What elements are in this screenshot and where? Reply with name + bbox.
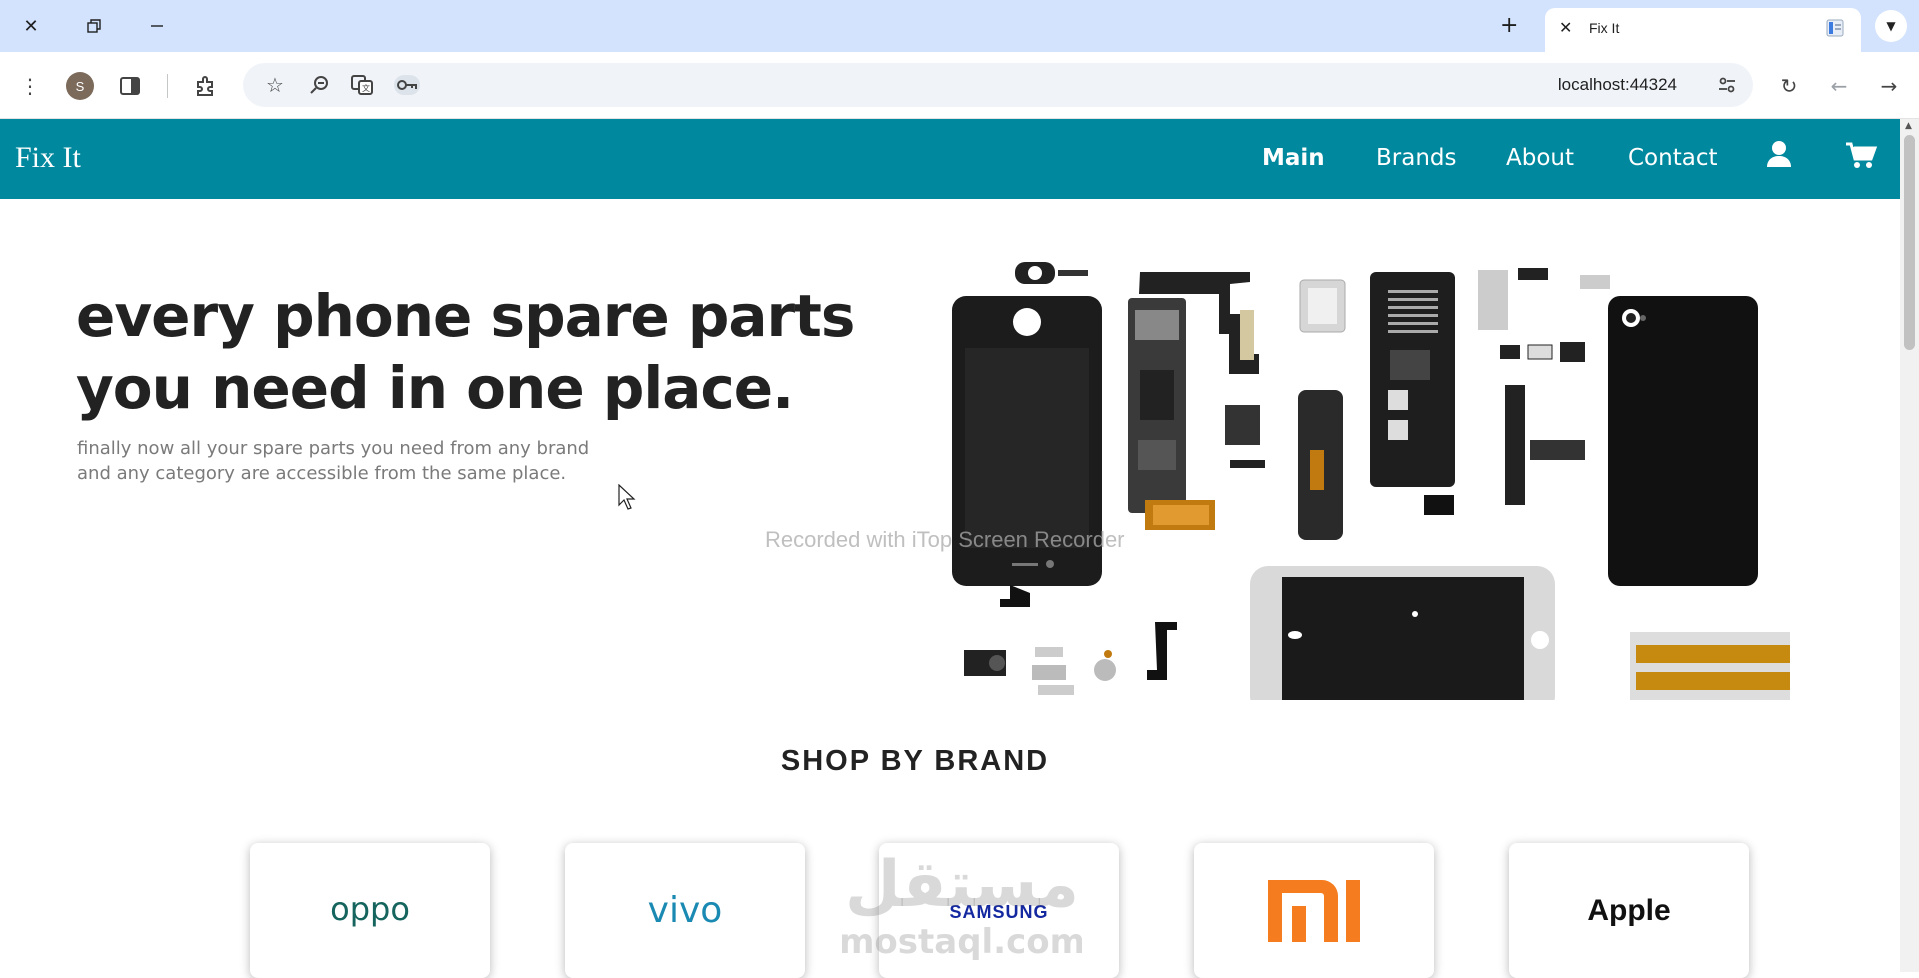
oppo-logo: oppo — [330, 891, 410, 928]
menu-icon[interactable]: ⋮ — [14, 70, 46, 102]
bookmark-star-icon[interactable]: ☆ — [259, 69, 291, 101]
svg-text:文: 文 — [362, 83, 370, 93]
translate-icon[interactable]: 文 — [346, 69, 378, 101]
hero-title: every phone spare parts you need in one … — [76, 282, 855, 422]
browser-toolbar: ⋮ S ☆ 文 localhost:44324 ↻ ← → — [0, 52, 1919, 119]
toolbar-divider — [167, 74, 168, 98]
samsung-logo: SAMSUNG — [949, 902, 1048, 922]
minimize-window-icon[interactable] — [138, 12, 176, 40]
nav-contact[interactable]: Contact — [1628, 145, 1717, 171]
browser-tab[interactable]: ✕ Fix It — [1545, 8, 1861, 52]
tab-title: Fix It — [1589, 20, 1620, 36]
avatar[interactable]: S — [66, 72, 94, 100]
svg-text:mi: mi — [1266, 878, 1268, 879]
nav-brands[interactable]: Brands — [1376, 145, 1457, 171]
url-text: localhost:44324 — [1557, 75, 1677, 94]
restore-window-icon[interactable] — [75, 12, 113, 40]
sidebar-icon[interactable] — [114, 70, 146, 102]
recorder-watermark: Recorded with iTop Screen Recorder — [765, 527, 1125, 552]
forward-icon[interactable]: → — [1873, 70, 1905, 102]
nav-about[interactable]: About — [1506, 145, 1574, 171]
brand-card-vivo[interactable]: vivo — [565, 843, 805, 978]
password-key-icon[interactable] — [391, 69, 423, 101]
section-title: SHOP BY BRAND — [780, 745, 1050, 777]
reload-icon[interactable]: ↻ — [1773, 70, 1805, 102]
site-logo[interactable]: Fix It — [15, 141, 81, 175]
back-icon[interactable]: ← — [1823, 70, 1855, 102]
tab-search-chevron-icon[interactable]: ▼ — [1875, 10, 1907, 42]
brand-card-samsung[interactable]: SAMSUNG — [879, 843, 1119, 978]
brand-card-mi[interactable]: mi — [1194, 843, 1434, 978]
extensions-icon[interactable] — [190, 70, 222, 102]
svg-text:vivo: vivo — [648, 890, 723, 931]
browser-tab-strip: ✕ + ✕ Fix It ▼ — [0, 0, 1919, 52]
cart-icon[interactable] — [1844, 139, 1878, 173]
close-window-icon[interactable]: ✕ — [12, 12, 50, 40]
apple-logo: Apple — [1587, 894, 1670, 927]
tab-close-icon[interactable]: ✕ — [1559, 18, 1572, 37]
page-scrollbar[interactable]: ▲ — [1900, 119, 1919, 972]
brand-card-oppo[interactable]: oppo — [250, 843, 490, 978]
brand-card-apple[interactable]: Apple — [1509, 843, 1749, 978]
mi-logo: mi — [1266, 878, 1360, 942]
tab-favicon-icon — [1826, 19, 1844, 37]
mouse-cursor-icon — [618, 484, 636, 510]
site-navbar: Fix It Main Brands About Contact — [0, 119, 1900, 199]
user-icon[interactable] — [1764, 139, 1794, 173]
new-tab-icon[interactable]: + — [1500, 13, 1518, 38]
phone-parts-illustration — [952, 262, 1790, 700]
scroll-thumb[interactable] — [1904, 135, 1915, 350]
svg-text:oppo: oppo — [330, 891, 410, 928]
scroll-up-icon[interactable]: ▲ — [1905, 121, 1912, 131]
svg-text:SAMSUNG: SAMSUNG — [949, 902, 1048, 922]
hero-subtitle: finally now all your spare parts you nee… — [77, 438, 590, 484]
zoom-icon[interactable] — [303, 69, 335, 101]
svg-text:Apple: Apple — [1587, 894, 1670, 927]
address-bar[interactable]: ☆ 文 localhost:44324 — [243, 63, 1753, 107]
nav-main[interactable]: Main — [1262, 145, 1325, 171]
site-settings-icon[interactable] — [1711, 69, 1743, 101]
vivo-logo: vivo — [648, 890, 723, 931]
